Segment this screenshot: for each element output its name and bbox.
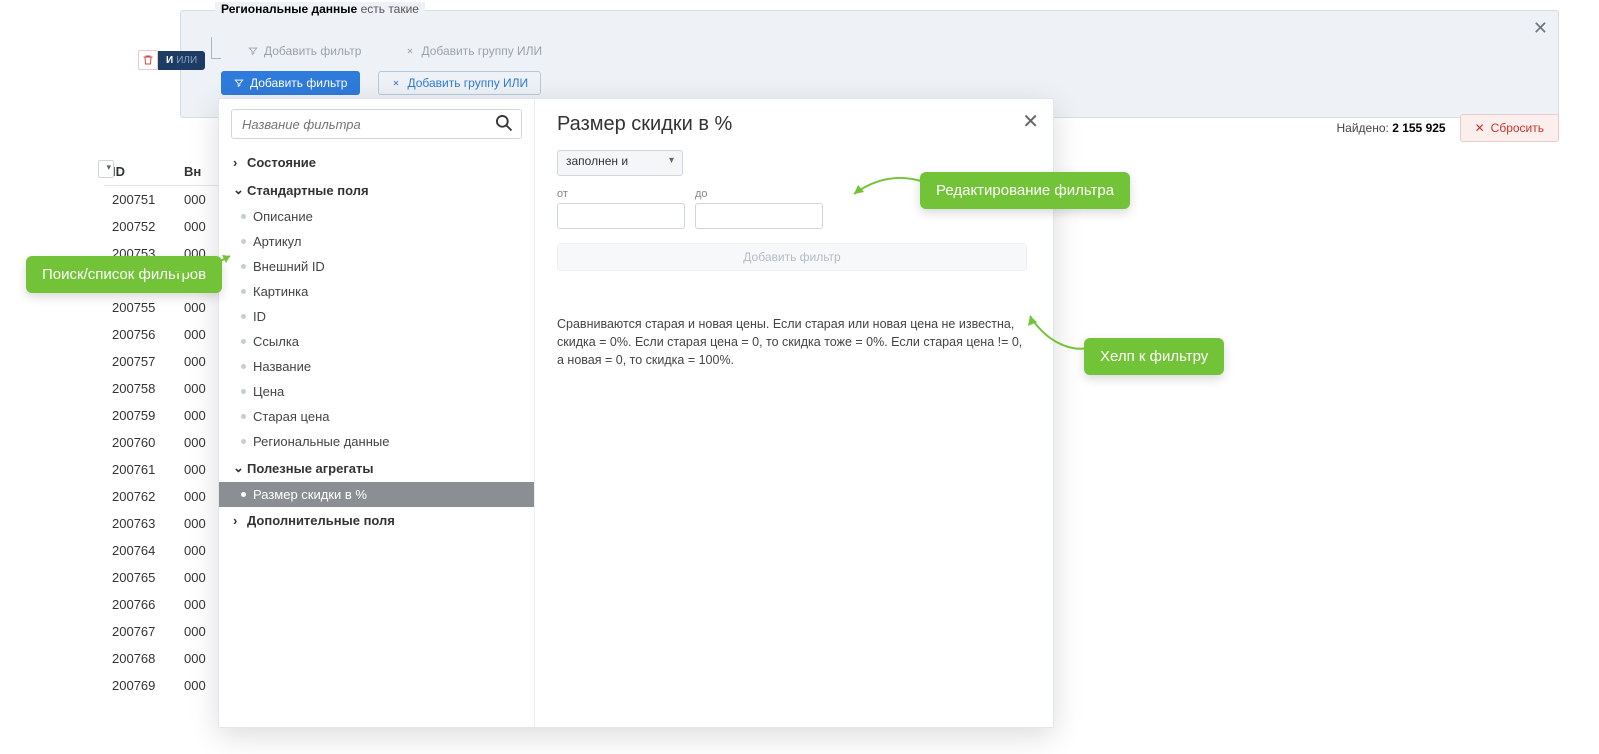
filter-item[interactable]: Название: [219, 354, 534, 379]
add-or-group-ghost-button[interactable]: Добавить группу ИЛИ: [392, 39, 555, 63]
cell-id: 200759: [112, 408, 164, 423]
cell-vn: 000: [184, 678, 214, 693]
cell-vn: 000: [184, 570, 214, 585]
filter-item[interactable]: Региональные данные: [219, 429, 534, 454]
apply-filter-button[interactable]: Добавить фильтр: [557, 243, 1027, 271]
cell-id: 200769: [112, 678, 164, 693]
add-filter-button[interactable]: Добавить фильтр: [221, 71, 360, 95]
cell-vn: 000: [184, 435, 214, 450]
builder-legend: Региональные данные есть такие: [215, 2, 425, 16]
cell-id: 200751: [112, 192, 164, 207]
cell-vn: 000: [184, 354, 214, 369]
group-aggregates[interactable]: ⌄Полезные агрегаты: [219, 454, 534, 482]
cell-vn: 000: [184, 624, 214, 639]
cell-vn: 000: [184, 192, 214, 207]
cell-id: 200756: [112, 327, 164, 342]
callout-filter-editor: Редактирование фильтра: [920, 172, 1130, 209]
callout-filter-list: Поиск/список фильтров: [26, 256, 222, 293]
cell-vn: 000: [184, 381, 214, 396]
callout-filter-help: Хелп к фильтру: [1084, 338, 1224, 375]
logic-or: ИЛИ: [176, 55, 197, 66]
from-input[interactable]: [557, 203, 685, 229]
filter-item[interactable]: Артикул: [219, 229, 534, 254]
th-id[interactable]: ID: [112, 164, 164, 179]
group-extra[interactable]: ›Дополнительные поля: [219, 507, 534, 534]
group-state[interactable]: ›Состояние: [219, 149, 534, 176]
column-picker[interactable]: [98, 160, 114, 178]
cell-id: 200762: [112, 489, 164, 504]
cell-id: 200766: [112, 597, 164, 612]
delete-group-button[interactable]: [138, 50, 158, 70]
cell-id: 200764: [112, 543, 164, 558]
filter-help-text: Сравниваются старая и новая цены. Если с…: [557, 315, 1027, 369]
filter-list-pane: ›Состояние ⌄Стандартные поля ОписаниеАрт…: [219, 99, 535, 727]
logic-chip[interactable]: ИИЛИ: [158, 51, 205, 70]
cell-vn: 000: [184, 651, 214, 666]
cell-id: 200768: [112, 651, 164, 666]
cell-id: 200761: [112, 462, 164, 477]
editor-title: Размер скидки в %: [557, 113, 1031, 136]
cell-vn: 000: [184, 327, 214, 342]
to-input[interactable]: [695, 203, 823, 229]
filter-tree: ›Состояние ⌄Стандартные поля ОписаниеАрт…: [219, 145, 534, 544]
cell-id: 200763: [112, 516, 164, 531]
filter-item[interactable]: Цена: [219, 379, 534, 404]
close-popover-icon[interactable]: ✕: [1022, 109, 1039, 134]
add-filter-ghost-button[interactable]: Добавить фильтр: [235, 39, 374, 63]
cell-id: 200755: [112, 300, 164, 315]
logic-and: И: [166, 55, 173, 66]
group-standard[interactable]: ⌄Стандартные поля: [219, 176, 534, 204]
to-label: до: [695, 188, 823, 200]
search-icon: [494, 113, 514, 133]
cell-vn: 000: [184, 543, 214, 558]
condition-select[interactable]: заполнен и: [557, 150, 683, 176]
th-vn[interactable]: Вн: [184, 164, 214, 179]
filter-search-input[interactable]: [231, 109, 522, 139]
filter-item[interactable]: Описание: [219, 204, 534, 229]
cell-id: 200760: [112, 435, 164, 450]
filter-item[interactable]: Картинка: [219, 279, 534, 304]
cell-vn: 000: [184, 219, 214, 234]
cell-id: 200765: [112, 570, 164, 585]
cell-vn: 000: [184, 408, 214, 423]
close-icon[interactable]: ✕: [1533, 19, 1548, 37]
cell-id: 200758: [112, 381, 164, 396]
cell-vn: 000: [184, 516, 214, 531]
cell-id: 200757: [112, 354, 164, 369]
from-label: от: [557, 188, 685, 200]
reset-button[interactable]: ✕ Сбросить: [1460, 114, 1559, 142]
cell-id: 200752: [112, 219, 164, 234]
filter-item[interactable]: Внешний ID: [219, 254, 534, 279]
filter-item[interactable]: Старая цена: [219, 404, 534, 429]
cell-vn: 000: [184, 462, 214, 477]
add-or-group-button[interactable]: Добавить группу ИЛИ: [378, 71, 541, 95]
filter-item-discount-size[interactable]: Размер скидки в %: [219, 482, 534, 507]
tree-elbow: [211, 37, 221, 59]
filter-item[interactable]: Ссылка: [219, 329, 534, 354]
cell-vn: 000: [184, 489, 214, 504]
results-count: Найдено: 2 155 925: [1337, 121, 1446, 135]
filter-item[interactable]: ID: [219, 304, 534, 329]
cell-vn: 000: [184, 597, 214, 612]
cell-vn: 000: [184, 300, 214, 315]
cell-id: 200767: [112, 624, 164, 639]
